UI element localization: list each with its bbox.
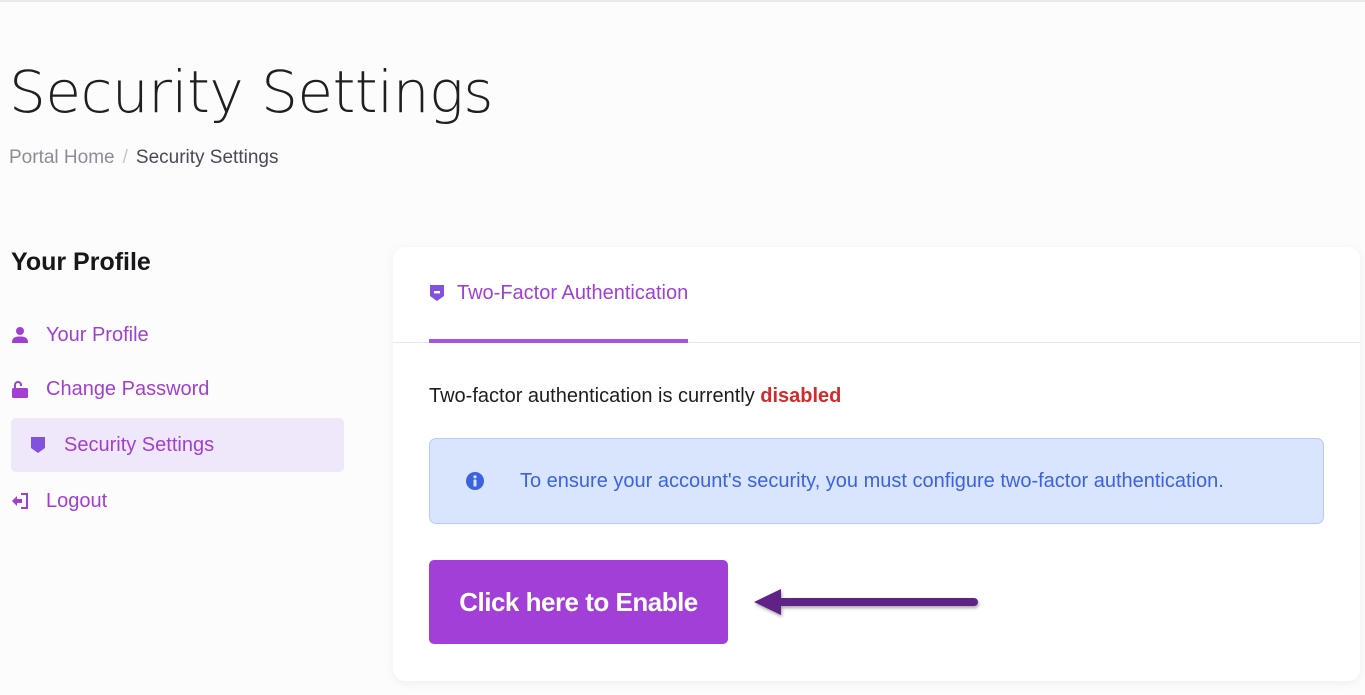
tab-bar: Two-Factor Authentication: [393, 247, 1360, 343]
enable-two-factor-button[interactable]: Click here to Enable: [429, 560, 728, 644]
arrow-icon: [754, 589, 978, 615]
sidebar-item-logout[interactable]: Logout: [11, 474, 344, 528]
sidebar-item-your-profile[interactable]: Your Profile: [11, 308, 344, 362]
shield-icon: [429, 284, 445, 302]
status-badge: disabled: [760, 385, 842, 407]
sidebar-nav: Your Profile Change Password Security Se…: [11, 308, 344, 528]
sidebar-title: Your Profile: [11, 248, 151, 276]
sidebar-item-change-password[interactable]: Change Password: [11, 362, 344, 416]
sidebar-item-label: Logout: [46, 489, 108, 512]
tab-two-factor-authentication[interactable]: Two-Factor Authentication: [429, 247, 689, 343]
alert-text: To ensure your account's security, you m…: [520, 469, 1224, 492]
shield-icon: [29, 436, 47, 454]
user-icon: [11, 326, 29, 344]
sidebar-item-security-settings[interactable]: Security Settings: [11, 418, 344, 472]
breadcrumb-portal-home[interactable]: Portal Home: [9, 146, 115, 170]
two-factor-status: Two-factor authentication is currently d…: [429, 385, 1324, 408]
status-prefix: Two-factor authentication is currently: [429, 385, 755, 407]
info-alert: To ensure your account's security, you m…: [429, 438, 1324, 524]
breadcrumb: Portal Home / Security Settings: [9, 146, 278, 170]
tab-label: Two-Factor Authentication: [457, 281, 689, 304]
arrow-annotation: [754, 589, 978, 615]
breadcrumb-separator: /: [122, 147, 128, 168]
unlock-icon: [11, 380, 29, 398]
sidebar-item-label: Your Profile: [46, 323, 149, 346]
sidebar-item-label: Change Password: [46, 377, 210, 400]
top-border: [0, 0, 1365, 2]
breadcrumb-current: Security Settings: [135, 147, 279, 168]
page-title: Security Settings: [9, 58, 494, 126]
sidebar-item-label: Security Settings: [64, 433, 215, 456]
info-icon: [465, 471, 485, 491]
logout-icon: [11, 492, 29, 510]
